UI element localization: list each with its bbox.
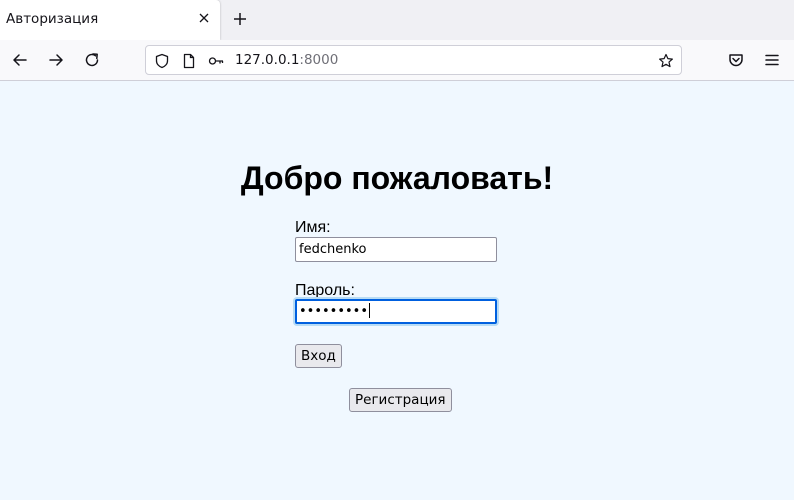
url-text: 127.0.0.1:8000 xyxy=(235,52,338,68)
register-button[interactable]: Регистрация xyxy=(349,388,452,412)
page-title: Добро пожаловать! xyxy=(240,160,554,196)
url-bar[interactable]: 127.0.0.1:8000 xyxy=(145,45,682,75)
star-icon[interactable] xyxy=(658,53,674,69)
name-input-value: fedchenko xyxy=(299,242,367,257)
tab-bar: Авторизация xyxy=(0,0,794,40)
plus-icon[interactable] xyxy=(231,10,249,28)
login-button[interactable]: Вход xyxy=(295,344,342,368)
name-input[interactable]: fedchenko xyxy=(295,237,497,262)
page-icon[interactable] xyxy=(181,53,197,69)
forward-icon[interactable] xyxy=(47,51,65,69)
tab-title: Авторизация xyxy=(6,11,99,27)
password-label: Пароль: xyxy=(295,282,355,299)
text-caret xyxy=(369,303,371,318)
key-icon[interactable] xyxy=(208,53,224,69)
password-input-value: ••••••••• xyxy=(299,304,369,319)
browser-tab[interactable]: Авторизация xyxy=(0,0,220,40)
shield-icon[interactable] xyxy=(154,53,170,69)
url-host: 127.0.0.1 xyxy=(235,52,300,68)
password-input[interactable]: ••••••••• xyxy=(295,299,497,324)
pocket-icon[interactable] xyxy=(727,51,745,69)
reload-icon[interactable] xyxy=(83,51,101,69)
name-label: Имя: xyxy=(295,219,331,236)
navigation-bar: 127.0.0.1:8000 xyxy=(0,40,794,81)
menu-icon[interactable] xyxy=(763,51,781,69)
url-port: :8000 xyxy=(299,52,339,68)
close-icon[interactable] xyxy=(196,10,212,26)
back-icon[interactable] xyxy=(11,51,29,69)
